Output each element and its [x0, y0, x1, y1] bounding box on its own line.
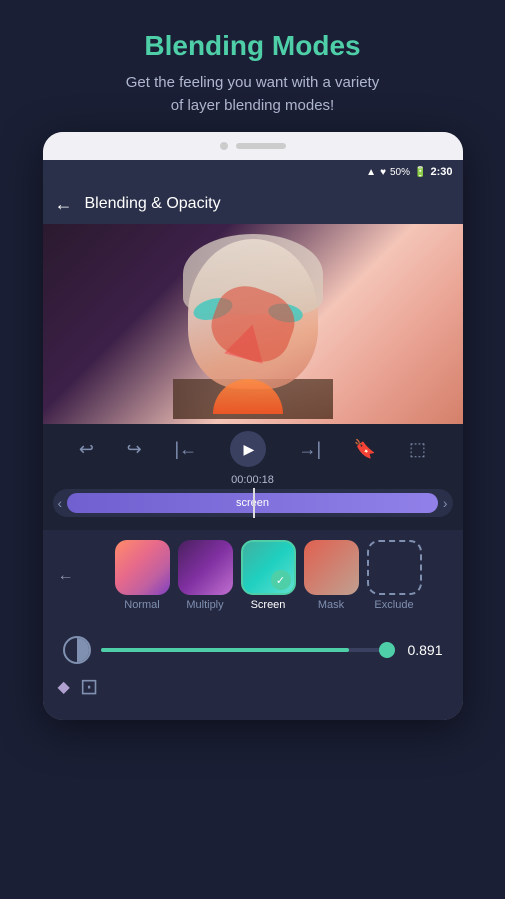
page-subtitle: Get the feeling you want with a varietyo…: [20, 72, 485, 117]
signal-icon: ▲: [366, 167, 376, 178]
blend-thumb-normal: [115, 540, 170, 595]
blend-thumb-mask: [304, 540, 359, 595]
track-right-arrow[interactable]: ›: [443, 495, 448, 511]
check-icon: ✓: [276, 574, 285, 587]
blend-mode-mask[interactable]: Mask: [304, 540, 359, 611]
opacity-icon-fill: [77, 638, 89, 662]
timeline-track[interactable]: ‹ screen ›: [53, 489, 453, 517]
blend-mode-normal[interactable]: Normal: [115, 540, 170, 611]
opacity-slider-fill: [101, 648, 349, 652]
opacity-slider-thumb[interactable]: [379, 642, 395, 658]
blending-modes-list: Normal Multiply ✓ Screen: [89, 540, 448, 611]
crop-icon[interactable]: ⊡: [80, 674, 98, 700]
page-title: Blending Modes: [20, 30, 485, 62]
figure-composition: [173, 229, 333, 419]
bottom-tool-row: ◆ ⊡: [43, 664, 463, 705]
opacity-slider-track[interactable]: [101, 648, 393, 652]
video-preview: [43, 224, 463, 424]
export-button[interactable]: ⬚: [409, 439, 426, 460]
bottom-panel: ← Normal Multiply: [43, 530, 463, 720]
controls-bar: ↩ ↪ |← ▶ →| 🔖 ⬚: [43, 424, 463, 474]
undo-button[interactable]: ↩: [79, 439, 94, 460]
blend-thumb-exclude: [367, 540, 422, 595]
blend-label-exclude: Exclude: [374, 599, 413, 611]
nav-title: Blending & Opacity: [85, 195, 221, 213]
blend-thumb-screen: ✓: [241, 540, 296, 595]
timeline-section: 00:00:18 ‹ screen ›: [43, 474, 463, 530]
panel-nav-row: ← Normal Multiply: [43, 540, 463, 621]
wifi-icon: ♥: [380, 167, 386, 178]
blend-mode-exclude[interactable]: Exclude: [367, 540, 422, 611]
status-icons: ▲ ♥ 50% 🔋 2:30: [366, 166, 452, 178]
blend-thumb-multiply: [178, 540, 233, 595]
blend-label-screen: Screen: [251, 599, 286, 611]
redo-button[interactable]: ↪: [127, 439, 142, 460]
track-cursor: [253, 488, 255, 518]
bookmark-button[interactable]: 🔖: [354, 439, 376, 460]
panel-back-arrow[interactable]: ←: [58, 567, 74, 585]
video-figure: [43, 224, 463, 424]
track-bar[interactable]: screen: [67, 493, 438, 513]
play-icon: ▶: [243, 441, 254, 458]
blend-label-normal: Normal: [124, 599, 159, 611]
diamond-icon[interactable]: ◆: [58, 677, 70, 697]
back-button[interactable]: ←: [55, 194, 73, 215]
battery-icon: 🔋: [414, 167, 426, 178]
phone-mockup: ▲ ♥ 50% 🔋 2:30 ← Blending & Opacity: [43, 132, 463, 720]
skip-end-button[interactable]: →|: [299, 439, 322, 460]
app-screen: ▲ ♥ 50% 🔋 2:30 ← Blending & Opacity: [43, 160, 463, 720]
phone-camera: [220, 142, 228, 150]
status-bar: ▲ ♥ 50% 🔋 2:30: [43, 160, 463, 184]
time-display: 2:30: [430, 166, 452, 178]
active-check-badge: ✓: [271, 570, 291, 590]
skip-start-button[interactable]: |←: [174, 439, 197, 460]
time-indicator: 00:00:18: [53, 474, 453, 486]
blend-mode-screen[interactable]: ✓ Screen: [241, 540, 296, 611]
nav-bar: ← Blending & Opacity: [43, 184, 463, 224]
phone-speaker: [236, 143, 286, 149]
play-button[interactable]: ▶: [230, 431, 266, 467]
track-left-arrow[interactable]: ‹: [58, 495, 63, 511]
opacity-row: 0.891: [43, 626, 463, 664]
opacity-value: 0.891: [403, 642, 443, 658]
battery-text: 50%: [390, 167, 410, 178]
header-section: Blending Modes Get the feeling you want …: [0, 0, 505, 132]
opacity-icon: [63, 636, 91, 664]
blend-mode-multiply[interactable]: Multiply: [178, 540, 233, 611]
blend-label-multiply: Multiply: [186, 599, 223, 611]
blend-label-mask: Mask: [318, 599, 344, 611]
phone-top-bar: [43, 132, 463, 160]
